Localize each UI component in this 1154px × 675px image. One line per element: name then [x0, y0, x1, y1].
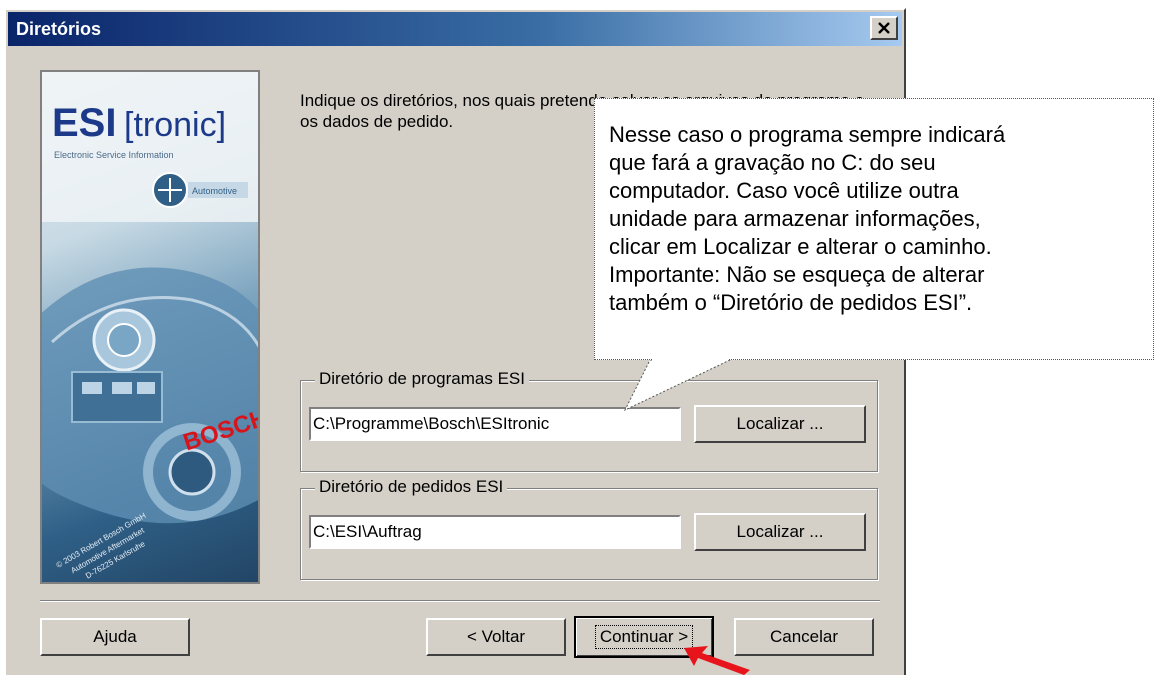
callout-line-1: Nesse caso o programa sempre indicará [609, 122, 1006, 147]
callout-line-6: Importante: Não se esqueça de alterar [609, 262, 985, 287]
callout-line-7: também o “Diretório de pedidos ESI”. [609, 290, 973, 315]
callout-line-4: unidade para armazenar informações, [609, 206, 981, 231]
callout-line-5: clicar em Localizar e alterar o caminho. [609, 234, 992, 259]
annotation-callout: Nesse caso o programa sempre indicará qu… [594, 98, 1154, 360]
red-arrow-icon [684, 646, 750, 675]
callout-line-2: que fará a gravação no C: do seu [609, 150, 936, 175]
callout-line-3: computador. Caso você utilize outra [609, 178, 959, 203]
